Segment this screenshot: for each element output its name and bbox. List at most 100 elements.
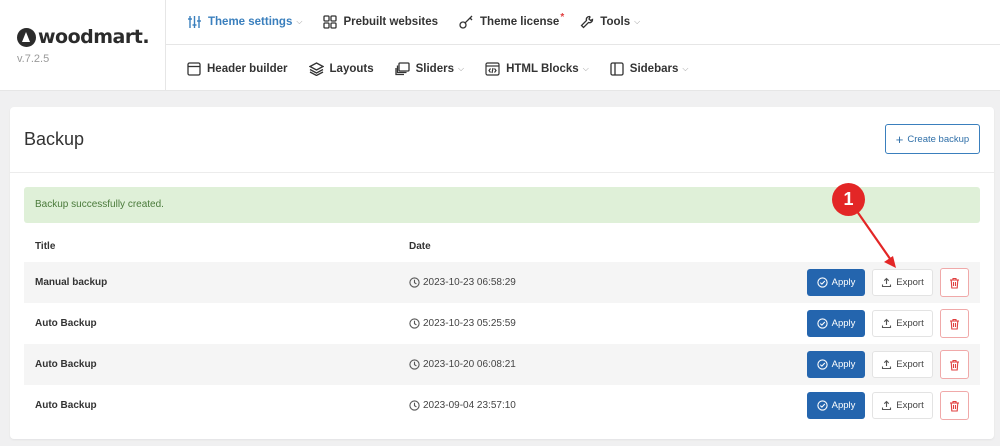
nav-theme-license[interactable]: Theme license *	[459, 12, 564, 29]
chevron-down-icon: ⌵	[457, 63, 465, 73]
backup-date-value: 2023-09-04 23:57:10	[423, 400, 516, 411]
nav-sliders[interactable]: Sliders ⌵	[394, 61, 465, 76]
backup-date: 2023-09-04 23:57:10	[409, 385, 516, 426]
chevron-down-icon: ⌵	[582, 63, 589, 73]
backup-date-value: 2023-10-23 05:25:59	[423, 318, 516, 329]
backup-title: Auto Backup	[35, 318, 97, 329]
nav-theme-settings-label: Theme settings	[208, 16, 293, 28]
version-label: v.7.2.5	[17, 53, 50, 65]
nav-theme-settings[interactable]: Theme settings ⌵	[187, 15, 302, 29]
nav-sliders-label: Sliders	[415, 62, 454, 75]
license-alert-badge: *	[560, 12, 565, 23]
check-circle-icon	[816, 277, 828, 288]
export-label: Export	[896, 277, 924, 288]
nav-tools-label: Tools	[600, 16, 631, 28]
chevron-down-icon: ⌵	[296, 17, 303, 26]
create-backup-button[interactable]: + Create backup	[885, 124, 980, 154]
backup-date: 2023-10-20 06:08:21	[409, 344, 516, 385]
trash-icon	[950, 318, 959, 330]
nav-row-secondary: Header builder Layouts Sliders ⌵ HTML Bl…	[166, 46, 1000, 91]
window-icon	[187, 61, 201, 76]
apply-label: Apply	[831, 318, 856, 329]
backup-date: 2023-10-23 05:25:59	[409, 303, 516, 344]
export-button[interactable]: Export	[872, 269, 933, 296]
backup-title: Auto Backup	[35, 400, 97, 411]
sidebar-icon	[610, 61, 624, 76]
export-button[interactable]: Export	[872, 310, 933, 337]
check-circle-icon	[816, 400, 828, 411]
nav-header-builder-label: Header builder	[207, 62, 288, 75]
slides-icon	[394, 61, 410, 75]
clock-icon	[409, 359, 420, 370]
logo[interactable]: woodmart.	[17, 26, 150, 48]
nav-layouts[interactable]: Layouts	[308, 61, 374, 76]
brand-area: woodmart. v.7.2.5	[0, 0, 166, 91]
backup-title: Auto Backup	[35, 359, 97, 370]
column-header-date: Date	[409, 241, 431, 252]
chevron-down-icon: ⌵	[634, 17, 641, 26]
chevron-down-icon: ⌵	[682, 63, 689, 73]
delete-button[interactable]	[940, 268, 969, 297]
clock-icon	[409, 400, 420, 411]
nav-sidebars[interactable]: Sidebars ⌵	[610, 61, 689, 76]
table-row: Manual backup 2023-10-23 06:58:29 Apply …	[24, 262, 980, 303]
logo-mark-icon	[17, 27, 36, 47]
table-row: Auto Backup 2023-10-23 05:25:59 Apply Ex…	[24, 303, 980, 344]
trash-icon	[950, 277, 959, 289]
top-header: woodmart. v.7.2.5 Theme settings ⌵ Prebu…	[0, 0, 1000, 91]
apply-label: Apply	[831, 400, 856, 411]
export-button[interactable]: Export	[872, 392, 933, 419]
backup-date-value: 2023-10-23 06:58:29	[423, 277, 516, 288]
upload-icon	[882, 359, 892, 370]
delete-button[interactable]	[940, 391, 969, 420]
apply-button[interactable]: Apply	[807, 351, 865, 378]
nav-html-blocks-label: HTML Blocks	[506, 62, 579, 75]
apply-button[interactable]: Apply	[807, 269, 865, 296]
nav-row-primary: Theme settings ⌵ Prebuilt websites Theme…	[166, 0, 1000, 45]
delete-button[interactable]	[940, 350, 969, 379]
upload-icon	[882, 400, 892, 411]
apply-label: Apply	[831, 277, 856, 288]
create-backup-label: Create backup	[907, 133, 970, 145]
nav-sidebars-label: Sidebars	[629, 62, 679, 75]
layers-icon	[308, 61, 324, 76]
clock-icon	[409, 318, 420, 329]
export-button[interactable]: Export	[872, 351, 933, 378]
column-header-title: Title	[35, 241, 56, 252]
apply-button[interactable]: Apply	[807, 392, 865, 419]
backup-title: Manual backup	[35, 277, 108, 288]
logo-text: woodmart.	[38, 26, 150, 48]
nav-html-blocks[interactable]: HTML Blocks ⌵	[485, 61, 589, 76]
upload-icon	[882, 318, 892, 329]
key-icon	[459, 15, 473, 29]
plus-icon: +	[895, 131, 904, 147]
delete-button[interactable]	[940, 309, 969, 338]
export-label: Export	[896, 359, 924, 370]
clock-icon	[409, 277, 420, 288]
backup-date: 2023-10-23 06:58:29	[409, 262, 516, 303]
trash-icon	[950, 400, 959, 412]
table-row: Auto Backup 2023-10-20 06:08:21 Apply Ex…	[24, 344, 980, 385]
nav-tools[interactable]: Tools ⌵	[580, 15, 640, 29]
export-label: Export	[896, 318, 924, 329]
check-circle-icon	[816, 318, 828, 329]
annotation-marker: 1	[832, 183, 865, 216]
nav-theme-license-label: Theme license	[480, 16, 560, 28]
apply-button[interactable]: Apply	[807, 310, 865, 337]
sliders-icon	[188, 16, 201, 28]
table-row: Auto Backup 2023-09-04 23:57:10 Apply Ex…	[24, 385, 980, 426]
nav-layouts-label: Layouts	[329, 62, 374, 75]
code-window-icon	[485, 61, 500, 76]
upload-icon	[882, 277, 892, 288]
trash-icon	[950, 359, 959, 371]
backup-panel: Backup + Create backup Backup successful…	[10, 107, 994, 439]
grid-icon	[323, 15, 338, 29]
page-title: Backup	[24, 129, 85, 149]
nav-header-builder[interactable]: Header builder	[187, 61, 288, 76]
apply-label: Apply	[831, 359, 856, 370]
nav-prebuilt-websites[interactable]: Prebuilt websites	[323, 15, 438, 29]
backup-date-value: 2023-10-20 06:08:21	[423, 359, 516, 370]
panel-header: Backup + Create backup	[10, 107, 994, 173]
check-circle-icon	[816, 359, 828, 370]
wrench-icon	[580, 15, 594, 29]
